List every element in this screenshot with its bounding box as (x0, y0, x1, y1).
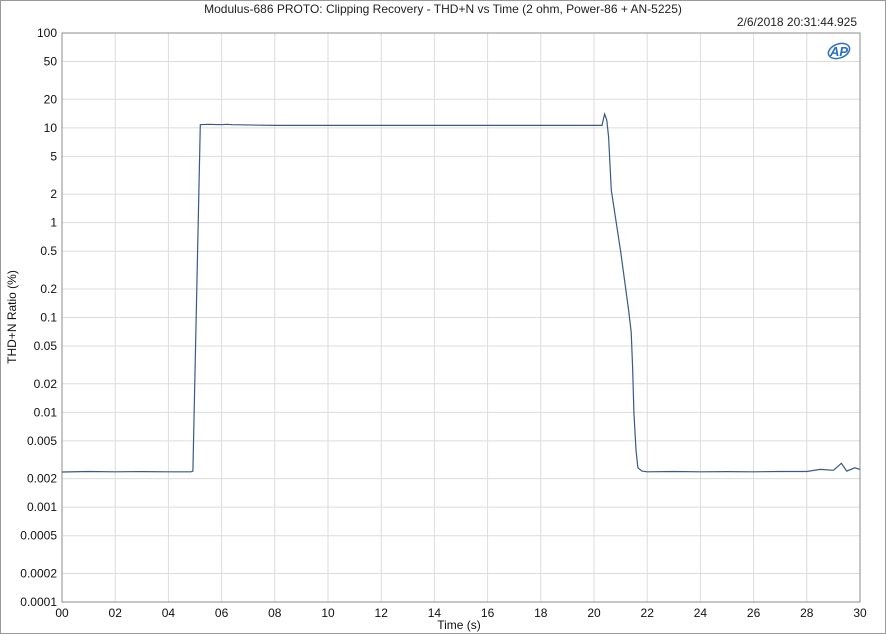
y-tick-label: 0.0002 (20, 566, 57, 580)
ap-logo-icon: AP (827, 42, 851, 60)
x-tick-label: 04 (162, 606, 176, 620)
y-tick-label: 1 (50, 216, 57, 230)
x-tick-label: 22 (641, 606, 655, 620)
y-tick-label: 5 (50, 149, 57, 163)
x-tick-label: 20 (587, 606, 601, 620)
x-tick-label: 06 (215, 606, 229, 620)
y-tick-label: 0.5 (40, 244, 57, 258)
y-tick-label: 20 (44, 92, 58, 106)
ap-logo-text: AP (829, 44, 848, 59)
y-tick-label: 100 (37, 26, 57, 40)
x-tick-label: 26 (747, 606, 761, 620)
chart-canvas: 100 50 20 10 5 2 1 0.5 0.2 0.1 0.05 0.02 0.01 0.005 0.… (5, 2, 867, 632)
y-axis-label: THD+N Ratio (%) (5, 270, 19, 364)
y-tick-label: 2 (50, 187, 57, 201)
x-tick-label: 10 (321, 606, 335, 620)
grid-lines (61, 32, 861, 603)
y-tick-label: 0.01 (34, 405, 58, 419)
chart-timestamp: 2/6/2018 20:31:44.925 (737, 15, 857, 29)
x-tick-label: 28 (800, 606, 814, 620)
x-tick-label: 24 (694, 606, 708, 620)
chart-frame: 100 50 20 10 5 2 1 0.5 0.2 0.1 0.05 0.02 0.01 0.005 0.… (0, 0, 886, 634)
y-tick-label: 0.1 (40, 311, 57, 325)
x-tick-label: 18 (534, 606, 548, 620)
y-tick-label: 50 (44, 55, 58, 69)
y-tick-label: 0.0001 (20, 595, 57, 609)
x-tick-label: 30 (853, 606, 867, 620)
x-tick-label: 02 (109, 606, 123, 620)
x-tick-label: 12 (375, 606, 389, 620)
data-series (61, 111, 861, 473)
y-tick-label: 0.001 (27, 500, 57, 514)
y-tick-label: 10 (44, 121, 58, 135)
y-tick-label: 0.002 (27, 472, 57, 486)
y-tick-labels: 100 50 20 10 5 2 1 0.5 0.2 0.1 0.05 0.02 0.01 0.005 0.… (20, 26, 57, 609)
y-tick-label: 0.0005 (20, 529, 57, 543)
series-line (61, 111, 861, 473)
y-tick-label: 0.2 (40, 282, 57, 296)
x-tick-label: 00 (55, 606, 69, 620)
x-axis-label: Time (s) (437, 618, 481, 632)
x-tick-label: 16 (481, 606, 495, 620)
y-tick-label: 0.005 (27, 434, 57, 448)
y-tick-label: 0.05 (34, 339, 58, 353)
chart-title: Modulus-686 PROTO: Clipping Recovery - T… (204, 2, 682, 16)
x-tick-label: 08 (268, 606, 282, 620)
y-tick-label: 0.02 (34, 377, 58, 391)
